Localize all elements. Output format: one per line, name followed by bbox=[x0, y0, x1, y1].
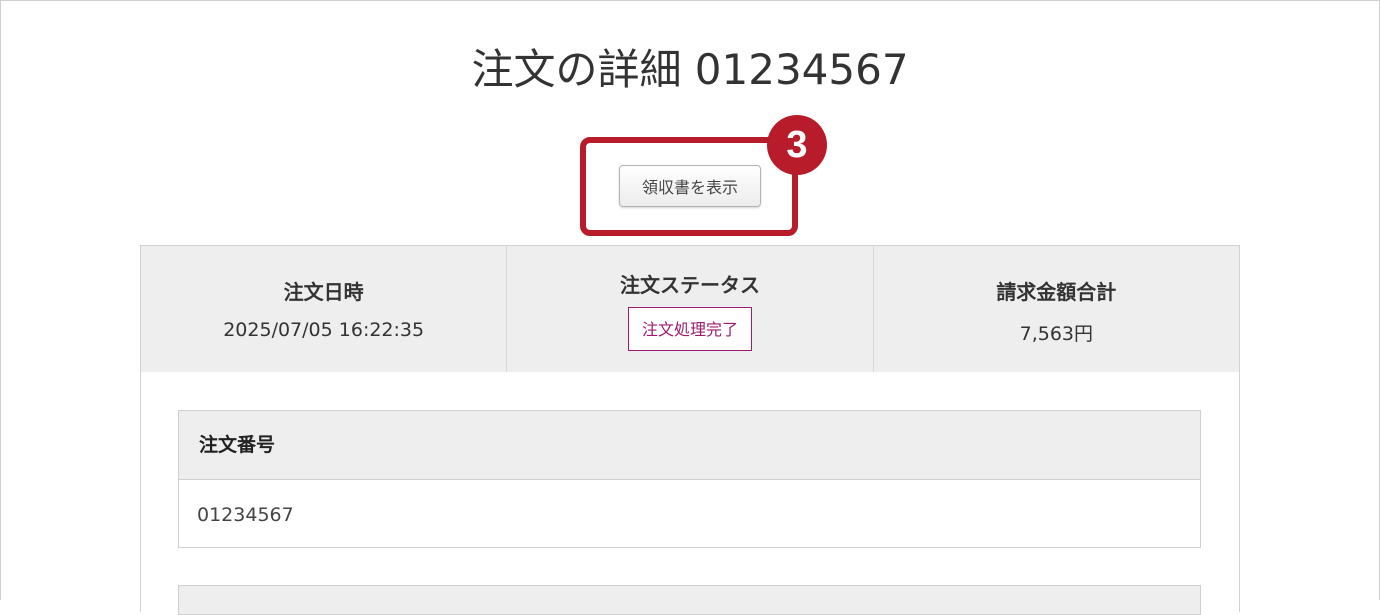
total-amount-cell: 請求金額合計 7,563円 bbox=[874, 246, 1239, 372]
total-amount-label: 請求金額合計 bbox=[996, 280, 1117, 304]
receipt-callout: 領収書を表示 3 bbox=[580, 115, 827, 236]
status-badge: 注文処理完了 bbox=[627, 307, 752, 351]
order-status-label: 注文ステータス bbox=[619, 273, 760, 297]
order-date-value: 2025/07/05 16:22:35 bbox=[223, 319, 425, 341]
show-receipt-button[interactable]: 領収書を表示 bbox=[619, 165, 761, 207]
order-status-cell: 注文ステータス 注文処理完了 bbox=[507, 246, 874, 372]
order-date-cell: 注文日時 2025/07/05 16:22:35 bbox=[141, 246, 508, 372]
step-number-badge: 3 bbox=[767, 115, 827, 175]
order-number-value: 01234567 bbox=[197, 504, 294, 526]
order-number-section: 注文番号 01234567 bbox=[178, 410, 1201, 548]
order-number-label: 注文番号 bbox=[179, 411, 1200, 480]
page-title: 注文の詳細 01234567 bbox=[471, 45, 909, 94]
next-section-header bbox=[178, 585, 1201, 615]
order-summary: 注文日時 2025/07/05 16:22:35 注文ステータス 注文処理完了 … bbox=[140, 245, 1240, 373]
order-date-label: 注文日時 bbox=[283, 280, 364, 304]
total-amount-value: 7,563円 bbox=[1019, 323, 1094, 345]
